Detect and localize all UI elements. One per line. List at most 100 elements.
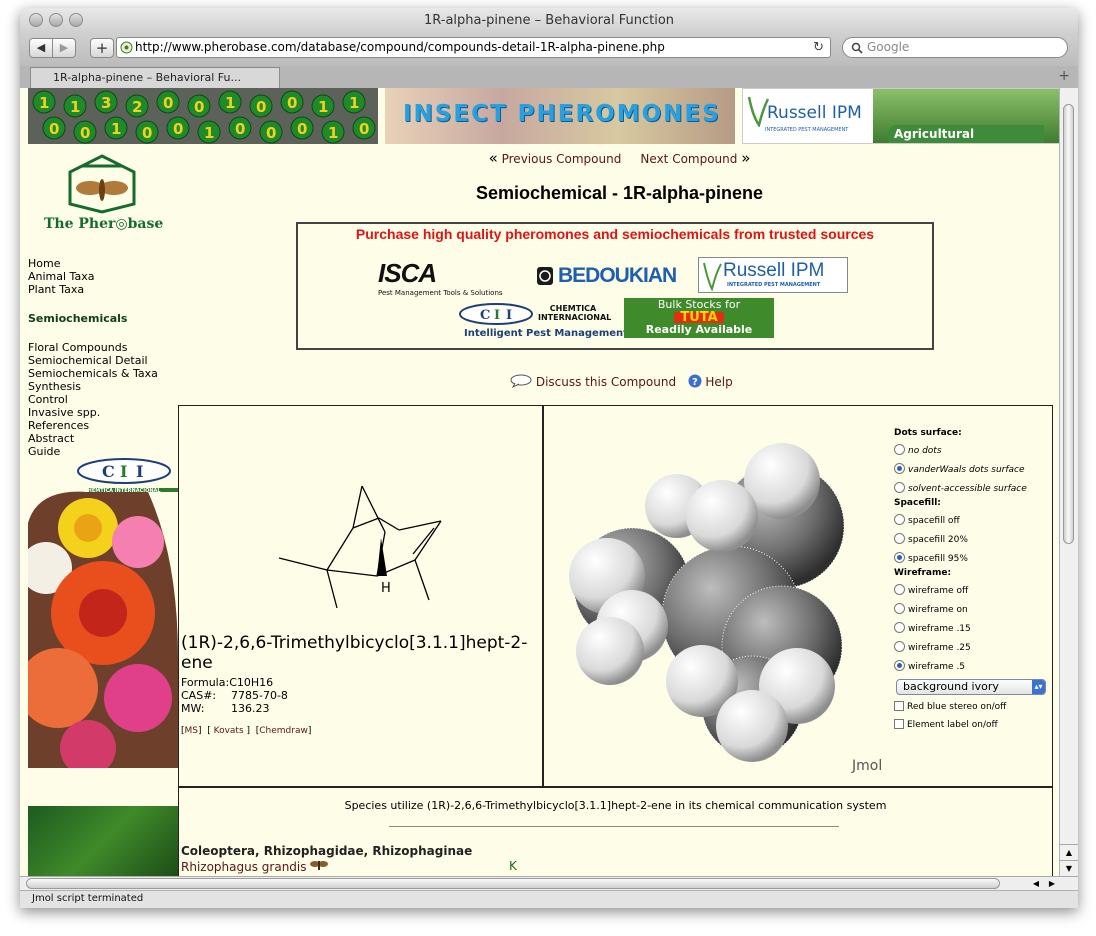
scroll-left-arrow-icon[interactable]: ◀	[1028, 877, 1044, 890]
spacefill-radio-1[interactable]	[894, 533, 905, 544]
wireframe-radio-0[interactable]	[894, 584, 905, 595]
svg-text:C: C	[102, 462, 115, 481]
dots-radio-2[interactable]	[894, 482, 905, 493]
scroll-up-arrow-icon[interactable]: ▲	[1060, 844, 1078, 860]
cas-label: CAS#:	[181, 689, 217, 702]
scroll-down-arrow-icon[interactable]: ▼	[1060, 860, 1078, 876]
kovats-link[interactable]: Kovats	[214, 726, 244, 736]
dots-option-1[interactable]: vanderWaals dots surface	[894, 463, 1025, 475]
dots-radio-1[interactable]	[894, 463, 905, 474]
digit-label: 0	[163, 94, 173, 112]
previous-compound-link[interactable]: Previous Compound	[502, 152, 622, 166]
element-label-checkbox[interactable]	[894, 719, 904, 729]
tab-current[interactable]: 1R-alpha-pinene – Behavioral Fu...	[30, 67, 280, 88]
spacefill-option-2[interactable]: spacefill 95%	[894, 552, 968, 564]
bedoukian-logo[interactable]: BEDOUKIAN	[536, 264, 686, 292]
nav-section-title[interactable]: Semiochemicals	[28, 312, 127, 325]
stereo-checkbox-row[interactable]: Red blue stereo on/off	[894, 701, 1006, 712]
isca-logo[interactable]: ISCA Pest Management Tools & Solutions	[378, 258, 518, 298]
spacefill-option-0[interactable]: spacefill off	[894, 514, 960, 526]
new-tab-button[interactable]: +	[1058, 68, 1070, 84]
digit-label: 1	[70, 98, 80, 116]
digit-label: 0	[235, 120, 245, 138]
spacefill-radio-0[interactable]	[894, 514, 905, 525]
russell-ipm-logo[interactable]: Russell IPM INTEGRATED PEST MANAGEMENT	[698, 257, 848, 293]
horizontal-scroll-thumb[interactable]	[26, 878, 1000, 889]
jmol-controls: Dots surface: no dots vanderWaals dots s…	[894, 428, 1052, 758]
bedoukian-text: BEDOUKIAN	[558, 264, 677, 287]
nav-synthesis[interactable]: Synthesis	[28, 380, 158, 393]
digit-label: 0	[287, 94, 297, 112]
add-bookmark-button[interactable]: +	[90, 38, 114, 58]
dots-radio-0[interactable]	[894, 444, 905, 455]
ms-link[interactable]: MS	[185, 726, 198, 736]
spacefill-option-1[interactable]: spacefill 20%	[894, 533, 968, 545]
vertical-scrollbar[interactable]: ▲ ▼	[1059, 88, 1078, 876]
nav-plant-taxa[interactable]: Plant Taxa	[28, 283, 94, 296]
compound-details: Formula:C10H16 CAS#: 7785-70-8 MW: 136.23	[181, 676, 288, 715]
wireframe-option-0[interactable]: wireframe off	[894, 584, 968, 596]
wireframe-radio-2[interactable]	[894, 622, 905, 633]
russell-ipm-banner[interactable]: Russell IPM INTEGRATED PEST MANAGEMENT A…	[742, 88, 1059, 144]
next-compound-link[interactable]: Next Compound	[640, 152, 737, 166]
cas-value: 7785-70-8	[231, 689, 288, 702]
nav-control[interactable]: Control	[28, 393, 158, 406]
nav-guide[interactable]: Guide	[28, 445, 158, 458]
russell-logo-name: Russell IPM	[723, 260, 825, 281]
help-icon[interactable]: ?	[688, 374, 702, 388]
nav-semiochemicals-taxa[interactable]: Semiochemicals & Taxa	[28, 367, 158, 380]
wireframe-option-2[interactable]: wireframe .15	[894, 622, 971, 634]
wireframe-option-4[interactable]: wireframe .5	[894, 660, 965, 672]
dots-option-0[interactable]: no dots	[894, 444, 942, 456]
chemtica-logo[interactable]: CII CHEMTICA INTERNACIONAL Intelligent P…	[458, 302, 628, 340]
search-field[interactable]: Google	[842, 37, 1068, 58]
wireframe-radio-3[interactable]	[894, 641, 905, 652]
nav-invasive[interactable]: Invasive spp.	[28, 406, 158, 419]
background-select[interactable]: background ivory ▴▾	[896, 679, 1046, 695]
nav-floral-compounds[interactable]: Floral Compounds	[28, 341, 158, 354]
wireframe-radio-1[interactable]	[894, 603, 905, 614]
wireframe-radio-4[interactable]	[894, 660, 905, 671]
structure-cell: H (1R)-2,6,6-Trimethylbicyclo[3.1.1]hept…	[179, 406, 544, 786]
insect-pheromones-banner[interactable]: INSECT PHEROMONES	[385, 88, 735, 144]
genus-link[interactable]: Rhizophagus	[181, 860, 258, 874]
nav-semiochemical-detail[interactable]: Semiochemical Detail	[28, 354, 158, 367]
digit-label: 1	[328, 124, 338, 142]
chemtica-sidebar-ad[interactable]: C I I CHEMTICA INTERNACIONAL	[28, 458, 178, 768]
tab-bar: 1R-alpha-pinene – Behavioral Fu... +	[20, 66, 1078, 89]
wireframe-option-1[interactable]: wireframe on	[894, 603, 968, 615]
horizontal-scrollbar[interactable]: ◀ ▶	[20, 876, 1078, 890]
jmol-viewer[interactable]: Jmol Dots surface: no dots vanderWaals d…	[544, 406, 1052, 786]
scroll-right-arrow-icon[interactable]: ▶	[1044, 877, 1060, 890]
back-button[interactable]: ◀	[29, 38, 53, 58]
side-nav-list: Floral Compounds Semiochemical Detail Se…	[28, 341, 158, 458]
digit-label: 1	[204, 124, 214, 142]
stereo-checkbox[interactable]	[894, 701, 904, 711]
jmol-molecule-render[interactable]	[552, 436, 882, 766]
nav-animal-taxa[interactable]: Animal Taxa	[28, 270, 94, 283]
nav-home[interactable]: Home	[28, 257, 94, 270]
reload-icon[interactable]: ↻	[813, 38, 824, 57]
vertical-scroll-thumb[interactable]	[1063, 104, 1074, 544]
wireframe-label-4: wireframe .5	[908, 662, 966, 672]
browser-window: 1R-alpha-pinene – Behavioral Function ◀ …	[20, 8, 1078, 908]
nav-references[interactable]: References	[28, 419, 158, 432]
nav-abstract[interactable]: Abstract	[28, 432, 158, 445]
svg-text:I: I	[136, 462, 143, 481]
dots-option-2[interactable]: solvent-accessible surface	[894, 482, 1027, 494]
forward-button[interactable]: ▶	[52, 38, 76, 58]
discuss-compound-link[interactable]: Discuss this Compound	[536, 375, 676, 389]
wireframe-label-1: wireframe on	[908, 605, 968, 615]
taxon-heading: Coleoptera, Rhizophagidae, Rhizophaginae	[181, 844, 473, 858]
spacefill-radio-2[interactable]	[894, 552, 905, 563]
chemdraw-link[interactable]: Chemdraw	[259, 726, 308, 736]
element-label-checkbox-row[interactable]: Element label on/off	[894, 719, 998, 730]
tuta-bulk-banner[interactable]: Bulk Stocks for TUTA Readily Available	[624, 298, 774, 338]
wireframe-option-3[interactable]: wireframe .25	[894, 641, 971, 653]
numbers-banner[interactable]: 1132001001100100100010	[28, 88, 378, 144]
address-bar[interactable]: http://www.pherobase.com/database/compou…	[116, 37, 831, 58]
side-nav-top: Home Animal Taxa Plant Taxa	[28, 257, 94, 296]
search-placeholder: Google	[867, 40, 910, 54]
species-link[interactable]: grandis	[262, 860, 307, 874]
help-link[interactable]: Help	[705, 375, 732, 389]
